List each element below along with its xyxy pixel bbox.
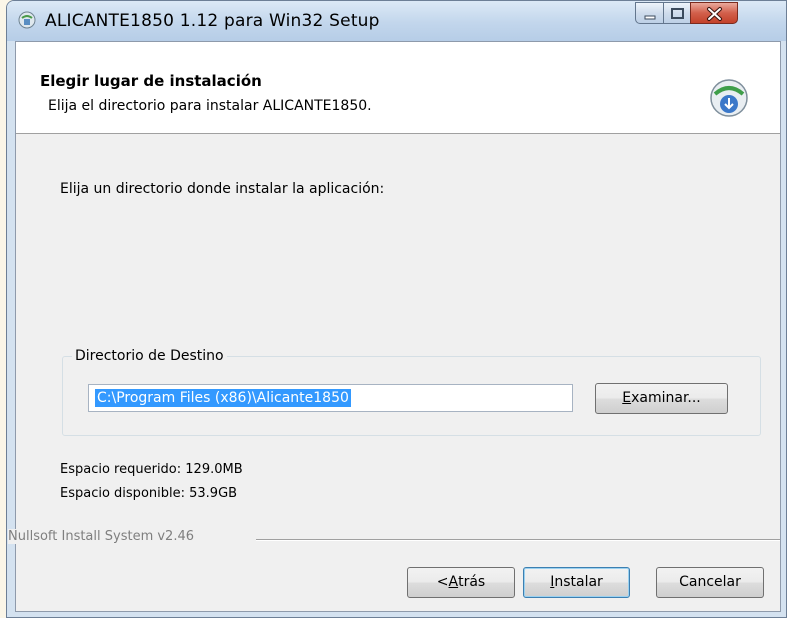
close-button[interactable] — [690, 2, 738, 24]
title-bar[interactable]: ALICANTE1850 1.12 para Win32 Setup — [7, 1, 786, 41]
page-subtitle: Elija el directorio para instalar ALICAN… — [48, 98, 372, 114]
destination-path-value: C:\Program Files (x86)\Alicante1850 — [95, 389, 351, 407]
instructions-text: Elija un directorio donde instalar la ap… — [60, 181, 385, 197]
minimize-icon — [644, 15, 656, 20]
back-prefix: < — [436, 574, 449, 590]
install-button[interactable]: Instalar — [523, 567, 630, 598]
maximize-icon — [671, 8, 684, 19]
cancel-button[interactable]: Cancelar — [656, 567, 764, 598]
installer-window: ALICANTE1850 1.12 para Win32 Setup Elegi… — [6, 0, 787, 618]
back-button[interactable]: < Atrás — [407, 567, 515, 598]
space-available-text: Espacio disponible: 53.9GB — [60, 486, 238, 501]
header-panel: Elegir lugar de instalación Elija el dir… — [16, 42, 780, 134]
destination-legend: Directorio de Destino — [72, 348, 227, 364]
space-required-text: Espacio requerido: 129.0MB — [60, 462, 243, 477]
window-title: ALICANTE1850 1.12 para Win32 Setup — [45, 11, 380, 31]
nsis-logo-icon — [710, 79, 748, 117]
page-title: Elegir lugar de instalación — [40, 72, 262, 90]
browse-label: xaminar... — [631, 390, 701, 406]
close-icon — [707, 7, 722, 21]
browse-button[interactable]: Examinar... — [595, 383, 728, 414]
nsis-branding: Nullsoft Install System v2.46 — [8, 529, 201, 544]
cancel-label: Cancelar — [679, 574, 741, 590]
footer-divider — [256, 539, 780, 541]
installer-app-icon — [18, 11, 36, 29]
maximize-button[interactable] — [663, 2, 691, 24]
destination-group: Directorio de Destino C:\Program Files (… — [62, 348, 761, 436]
destination-path-input[interactable]: C:\Program Files (x86)\Alicante1850 — [88, 384, 573, 412]
back-accel: A — [448, 574, 459, 590]
minimize-button[interactable] — [635, 2, 664, 24]
install-label: nstalar — [554, 574, 603, 590]
installer-body: Elegir lugar de instalación Elija el dir… — [8, 41, 781, 612]
browse-accel: E — [622, 390, 632, 406]
back-label: trás — [458, 574, 486, 590]
